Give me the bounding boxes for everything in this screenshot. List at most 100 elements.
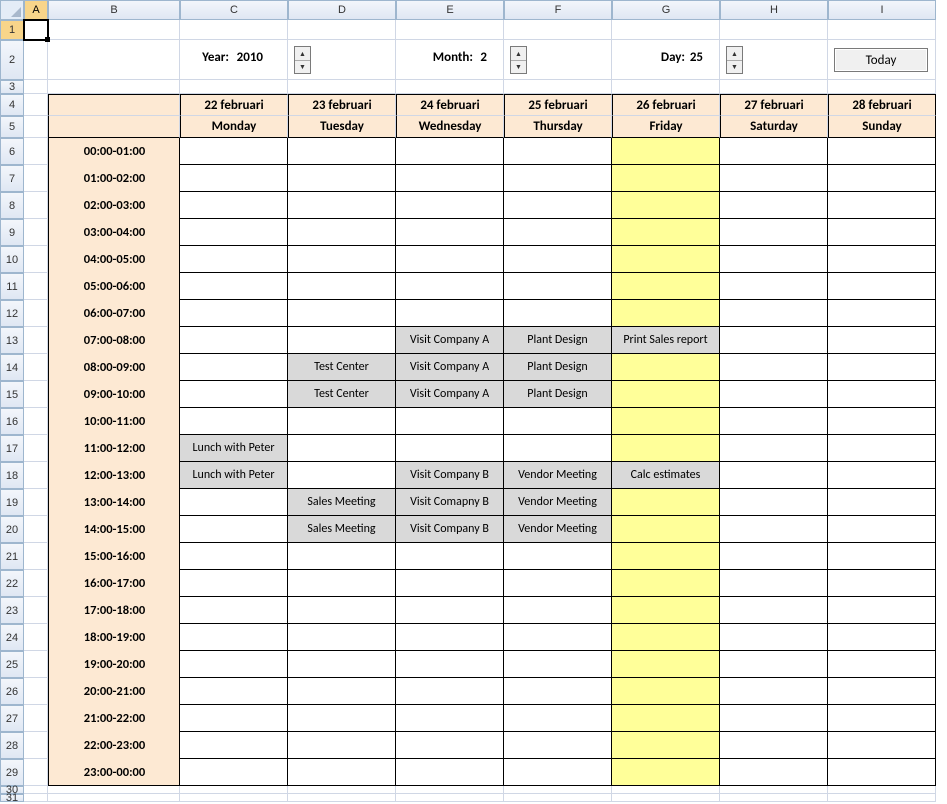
event-cell[interactable]: Visit Comapny B	[395, 488, 504, 516]
year-spinner[interactable]: ▲▼	[294, 46, 311, 74]
cell-A27[interactable]	[24, 705, 48, 732]
grid-cell[interactable]	[179, 380, 288, 408]
grid-cell[interactable]	[611, 515, 720, 543]
grid-cell[interactable]	[179, 515, 288, 543]
grid-cell[interactable]	[179, 596, 288, 624]
cell-I31[interactable]	[828, 794, 936, 802]
row-header-8[interactable]: 8	[0, 192, 24, 219]
cell-A30[interactable]	[24, 786, 48, 794]
grid-cell[interactable]	[611, 353, 720, 381]
grid-cell[interactable]	[395, 299, 504, 327]
grid-cell[interactable]	[287, 434, 396, 462]
event-cell[interactable]: Calc estimates	[611, 461, 720, 489]
grid-cell[interactable]	[395, 272, 504, 300]
cell-A18[interactable]	[24, 462, 48, 489]
grid-cell[interactable]	[503, 650, 612, 678]
day-down-icon[interactable]: ▼	[727, 61, 742, 74]
grid-cell[interactable]	[611, 137, 720, 165]
event-cell[interactable]: Plant Design	[503, 353, 612, 381]
cell-A3[interactable]	[24, 80, 48, 94]
grid-cell[interactable]	[503, 596, 612, 624]
grid-cell[interactable]	[827, 164, 936, 192]
event-cell[interactable]: Plant Design	[503, 380, 612, 408]
day-dow-6[interactable]: Sunday	[828, 116, 936, 138]
grid-cell[interactable]	[611, 488, 720, 516]
grid-cell[interactable]	[287, 245, 396, 273]
grid-cell[interactable]	[503, 245, 612, 273]
grid-cell[interactable]	[611, 731, 720, 759]
grid-cell[interactable]	[719, 218, 828, 246]
cell-H3[interactable]	[720, 80, 828, 94]
cell-A14[interactable]	[24, 354, 48, 381]
cell-B4[interactable]	[48, 94, 180, 116]
cell-G31[interactable]	[612, 794, 720, 802]
grid-cell[interactable]	[503, 434, 612, 462]
year-up-icon[interactable]: ▲	[295, 47, 310, 61]
cell-F1[interactable]	[504, 20, 612, 40]
row-header-4[interactable]: 4	[0, 94, 24, 116]
grid-cell[interactable]	[503, 407, 612, 435]
grid-cell[interactable]	[827, 596, 936, 624]
grid-cell[interactable]	[611, 434, 720, 462]
grid-cell[interactable]	[287, 326, 396, 354]
grid-cell[interactable]	[611, 650, 720, 678]
cell-E1[interactable]	[396, 20, 504, 40]
grid-cell[interactable]	[827, 326, 936, 354]
event-cell[interactable]: Test Center	[287, 380, 396, 408]
grid-cell[interactable]	[503, 731, 612, 759]
day-dow-1[interactable]: Tuesday	[288, 116, 396, 138]
day-spinner[interactable]: ▲▼	[726, 46, 743, 74]
day-date-5[interactable]: 27 februari	[720, 94, 828, 116]
grid-cell[interactable]	[827, 272, 936, 300]
grid-cell[interactable]	[179, 299, 288, 327]
row-header-7[interactable]: 7	[0, 165, 24, 192]
col-header-G[interactable]: G	[612, 0, 720, 20]
grid-cell[interactable]	[179, 569, 288, 597]
day-date-0[interactable]: 22 februari	[180, 94, 288, 116]
grid-cell[interactable]	[827, 299, 936, 327]
month-spinner[interactable]: ▲▼	[510, 46, 527, 74]
grid-cell[interactable]	[179, 272, 288, 300]
grid-cell[interactable]	[179, 137, 288, 165]
cell-G3[interactable]	[612, 80, 720, 94]
grid-cell[interactable]	[827, 488, 936, 516]
cell-G1[interactable]	[612, 20, 720, 40]
row-header-23[interactable]: 23	[0, 597, 24, 624]
grid-cell[interactable]	[611, 677, 720, 705]
day-dow-5[interactable]: Saturday	[720, 116, 828, 138]
grid-cell[interactable]	[395, 650, 504, 678]
cell-I1[interactable]	[828, 20, 936, 40]
cell-C2[interactable]: Year:2010	[180, 40, 288, 80]
row-header-20[interactable]: 20	[0, 516, 24, 543]
grid-cell[interactable]	[827, 569, 936, 597]
row-header-1[interactable]: 1	[0, 20, 24, 40]
grid-cell[interactable]	[719, 191, 828, 219]
grid-cell[interactable]	[503, 137, 612, 165]
row-header-28[interactable]: 28	[0, 732, 24, 759]
grid-cell[interactable]	[719, 353, 828, 381]
grid-cell[interactable]	[179, 218, 288, 246]
grid-cell[interactable]	[287, 407, 396, 435]
grid-cell[interactable]	[179, 677, 288, 705]
grid-cell[interactable]	[395, 434, 504, 462]
event-cell[interactable]: Visit Company A	[395, 326, 504, 354]
row-header-30[interactable]: 30	[0, 786, 24, 794]
grid-cell[interactable]	[395, 164, 504, 192]
col-header-A[interactable]: A	[24, 0, 48, 20]
day-dow-0[interactable]: Monday	[180, 116, 288, 138]
cell-C1[interactable]	[180, 20, 288, 40]
grid-cell[interactable]	[719, 704, 828, 732]
col-header-D[interactable]: D	[288, 0, 396, 20]
row-header-6[interactable]: 6	[0, 138, 24, 165]
cell-F3[interactable]	[504, 80, 612, 94]
grid-cell[interactable]	[719, 245, 828, 273]
grid-cell[interactable]	[827, 245, 936, 273]
row-header-2[interactable]: 2	[0, 40, 24, 80]
event-cell[interactable]: Sales Meeting	[287, 488, 396, 516]
grid-cell[interactable]	[827, 380, 936, 408]
grid-cell[interactable]	[503, 542, 612, 570]
grid-cell[interactable]	[719, 731, 828, 759]
cell-A16[interactable]	[24, 408, 48, 435]
row-header-24[interactable]: 24	[0, 624, 24, 651]
grid-cell[interactable]	[287, 191, 396, 219]
